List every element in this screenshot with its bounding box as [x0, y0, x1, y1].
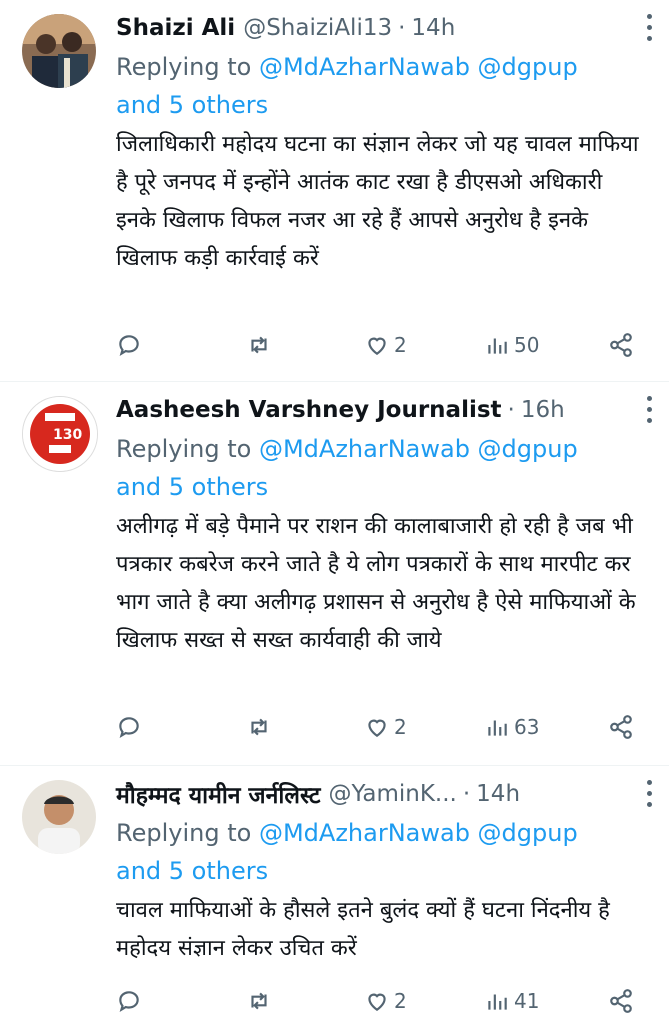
share-icon — [610, 715, 632, 739]
reply-bubble-icon — [119, 991, 139, 1013]
views-button[interactable]: 41 — [484, 986, 539, 1016]
heart-icon — [368, 337, 386, 355]
avatar[interactable] — [22, 14, 96, 88]
view-count: 50 — [514, 333, 540, 357]
views-button[interactable]: 63 — [484, 712, 539, 742]
replying-to: Replying to @MdAzharNawab @dgpup and 5 o… — [116, 430, 639, 506]
replying-to: Replying to @MdAzharNawab @dgpup and 5 o… — [116, 814, 639, 890]
retweet-button[interactable] — [246, 330, 272, 360]
author-handle[interactable]: @YaminK... — [328, 781, 456, 807]
like-count: 2 — [394, 333, 407, 357]
like-button[interactable]: 2 — [364, 986, 407, 1016]
view-count: 41 — [514, 989, 540, 1013]
reply-button[interactable] — [116, 986, 142, 1016]
retweet-icon — [251, 336, 267, 354]
author-name[interactable]: मौहम्मद यामीन जर्नलिस्ट — [116, 778, 320, 810]
replying-to-others[interactable]: and 5 others — [116, 473, 268, 501]
channel-logo-icon: 130 — [23, 397, 97, 471]
tweet-text: अलीगढ़ में बड़े पैमाने पर राशन की कालाबा… — [116, 514, 636, 653]
replying-to-label: Replying to — [116, 435, 252, 463]
timestamp[interactable]: 16h — [521, 397, 565, 423]
replying-to-label: Replying to — [116, 819, 252, 847]
replying-to: Replying to @MdAzharNawab @dgpup and 5 o… — [116, 48, 639, 124]
views-button[interactable]: 50 — [484, 330, 539, 360]
retweet-button[interactable] — [246, 986, 272, 1016]
tweet-text: चावल माफियाओं के हौसले इतने बुलंद क्यों … — [116, 898, 610, 961]
timestamp[interactable]: 14h — [476, 781, 520, 807]
separator: · — [398, 15, 406, 41]
channel-logo-text: 130 — [53, 427, 82, 443]
reply-bubble-icon — [119, 335, 139, 357]
tweet-text: जिलाधिकारी महोदय घटना का संज्ञान लेकर जो… — [116, 132, 639, 271]
reply-button[interactable] — [116, 330, 142, 360]
replying-to-mentions[interactable]: @MdAzharNawab @dgpup — [259, 53, 578, 81]
like-count: 2 — [394, 715, 407, 739]
user-photo-icon — [22, 14, 96, 88]
tweet[interactable]: 130 Aasheesh Varshney Journalist · 16h R… — [0, 382, 669, 766]
tweet[interactable]: मौहम्मद यामीन जर्नलिस्ट @YaminK... · 14h… — [0, 766, 669, 1024]
author-name[interactable]: Aasheesh Varshney Journalist — [116, 397, 502, 423]
timestamp[interactable]: 14h — [411, 15, 455, 41]
author-handle[interactable]: @ShaiziAli13 — [243, 15, 392, 41]
heart-icon — [368, 719, 386, 737]
replying-to-label: Replying to — [116, 53, 252, 81]
share-button[interactable] — [608, 712, 634, 742]
separator: · — [507, 397, 515, 423]
avatar[interactable] — [22, 780, 96, 854]
like-button[interactable]: 2 — [364, 712, 407, 742]
replying-to-others[interactable]: and 5 others — [116, 857, 268, 885]
author-name[interactable]: Shaizi Ali — [116, 15, 235, 41]
heart-icon — [368, 993, 386, 1011]
view-count: 63 — [514, 715, 540, 739]
replying-to-mentions[interactable]: @MdAzharNawab @dgpup — [259, 435, 578, 463]
more-icon[interactable] — [647, 14, 653, 44]
retweet-icon — [251, 718, 267, 736]
reply-bubble-icon — [119, 717, 139, 739]
more-icon[interactable] — [647, 780, 653, 810]
share-icon — [610, 333, 632, 357]
share-button[interactable] — [608, 330, 634, 360]
avatar[interactable]: 130 — [22, 396, 98, 472]
user-photo-icon — [22, 780, 96, 854]
reply-button[interactable] — [116, 712, 142, 742]
more-icon[interactable] — [647, 396, 653, 426]
analytics-icon — [488, 338, 507, 354]
like-button[interactable]: 2 — [364, 330, 407, 360]
analytics-icon — [488, 720, 507, 736]
replying-to-others[interactable]: and 5 others — [116, 91, 268, 119]
replying-to-mentions[interactable]: @MdAzharNawab @dgpup — [259, 819, 578, 847]
retweet-button[interactable] — [246, 712, 272, 742]
share-icon — [610, 989, 632, 1013]
share-button[interactable] — [608, 986, 634, 1016]
analytics-icon — [488, 994, 507, 1010]
like-count: 2 — [394, 989, 407, 1013]
tweet[interactable]: Shaizi Ali @ShaiziAli13 · 14h Replying t… — [0, 0, 669, 382]
retweet-icon — [251, 992, 267, 1010]
separator: · — [462, 781, 471, 807]
